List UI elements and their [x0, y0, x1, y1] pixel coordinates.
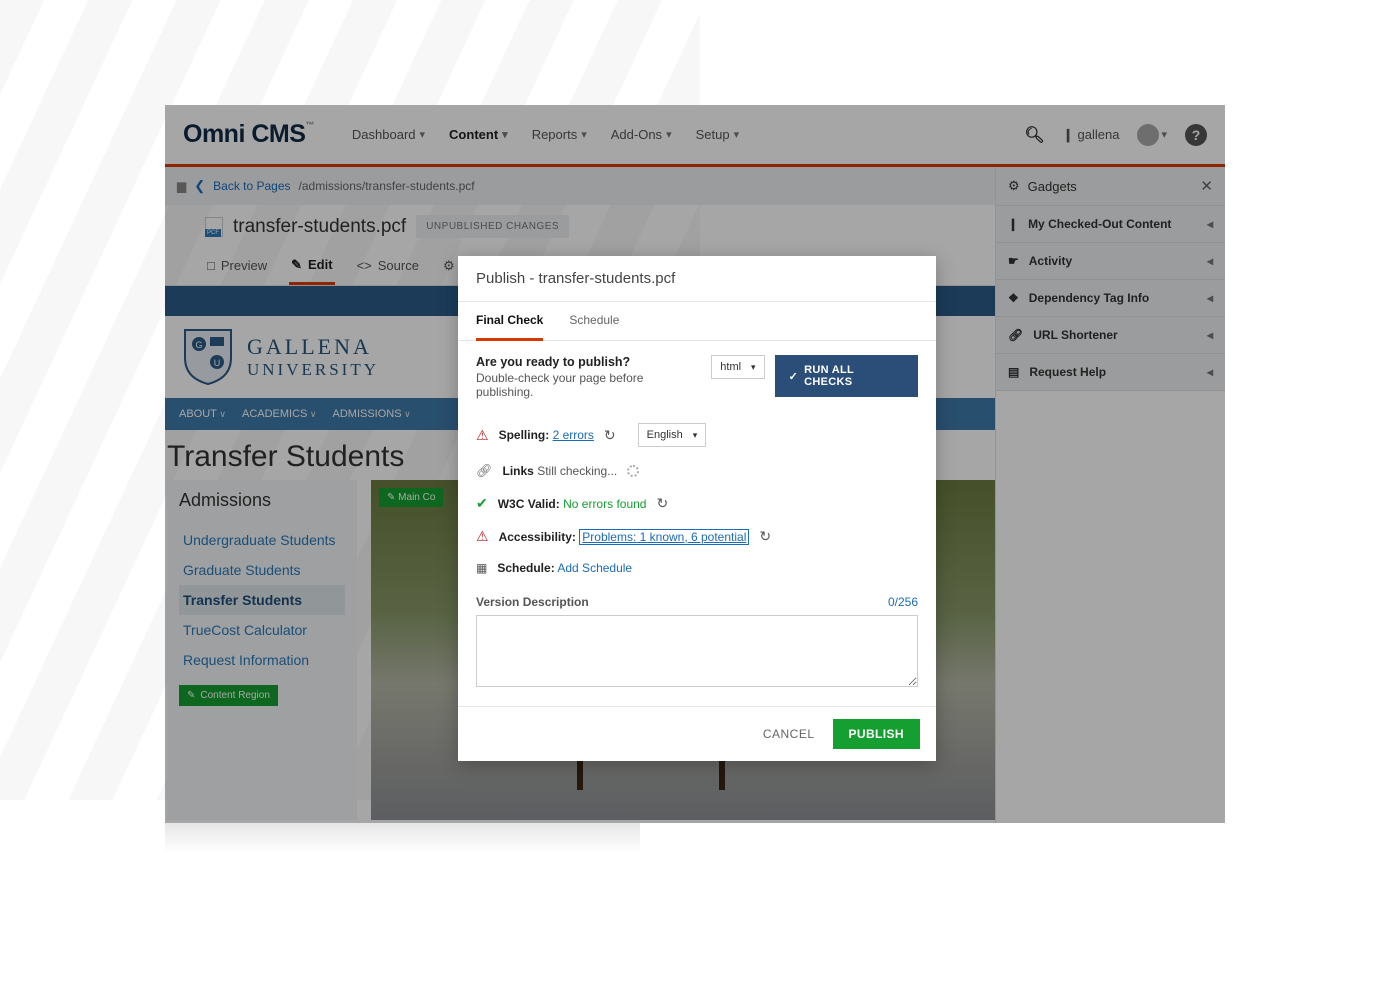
spelling-language-select[interactable]: English▾ — [638, 423, 707, 447]
publish-confirm-button[interactable]: PUBLISH — [833, 719, 920, 749]
spelling-errors-link[interactable]: 2 errors — [553, 428, 594, 442]
check-w3c-row: ✔ W3C Valid: No errors found ↻ — [476, 487, 918, 520]
version-description-input[interactable] — [476, 615, 918, 687]
check-circle-icon: ✔ — [476, 495, 488, 512]
modal-tab-final-check[interactable]: Final Check — [476, 302, 543, 341]
schedule-row: ▦ Schedule: Add Schedule — [476, 553, 918, 583]
ready-heading: Are you ready to publish? — [476, 355, 701, 369]
warning-icon: ⚠ — [476, 427, 489, 444]
modal-title: Publish - transfer-students.pcf — [458, 256, 936, 301]
refresh-icon[interactable]: ↻ — [759, 528, 771, 545]
chevron-down-icon: ▾ — [751, 362, 756, 373]
cancel-button[interactable]: CANCEL — [763, 727, 815, 741]
output-format-select[interactable]: html▾ — [711, 355, 764, 379]
calendar-icon: ▦ — [476, 561, 487, 575]
spinner-icon — [627, 465, 639, 477]
version-description-label: Version Description — [476, 595, 589, 609]
check-accessibility-row: ⚠ Accessibility: Problems: 1 known, 6 po… — [476, 520, 918, 553]
refresh-icon[interactable]: ↻ — [656, 495, 668, 512]
modal-tab-schedule[interactable]: Schedule — [569, 302, 619, 340]
ready-subtext: Double-check your page before publishing… — [476, 371, 643, 399]
refresh-icon[interactable]: ↻ — [604, 427, 616, 444]
check-links-row: 🔗︎ Links Still checking... — [476, 455, 918, 487]
w3c-result-text: No errors found — [563, 497, 646, 511]
check-icon: ✓ — [789, 370, 799, 383]
check-spelling-row: ⚠ Spelling: 2 errors ↻ English▾ — [476, 415, 918, 455]
publish-modal: Publish - transfer-students.pcf Final Ch… — [458, 256, 936, 761]
version-char-count: 0/256 — [888, 595, 918, 609]
app-window: Omni CMS™ Dashboard ▾ Content ▾ Reports … — [165, 105, 1225, 823]
warning-icon: ⚠ — [476, 528, 489, 545]
accessibility-problems-link[interactable]: Problems: 1 known, 6 potential — [579, 529, 749, 545]
link-icon: 🔗︎ — [476, 463, 493, 479]
run-all-checks-button[interactable]: ✓RUN ALL CHECKS — [775, 355, 918, 397]
chevron-down-icon: ▾ — [693, 430, 698, 441]
add-schedule-link[interactable]: Add Schedule — [557, 561, 632, 575]
modal-tabs: Final Check Schedule — [458, 301, 936, 341]
